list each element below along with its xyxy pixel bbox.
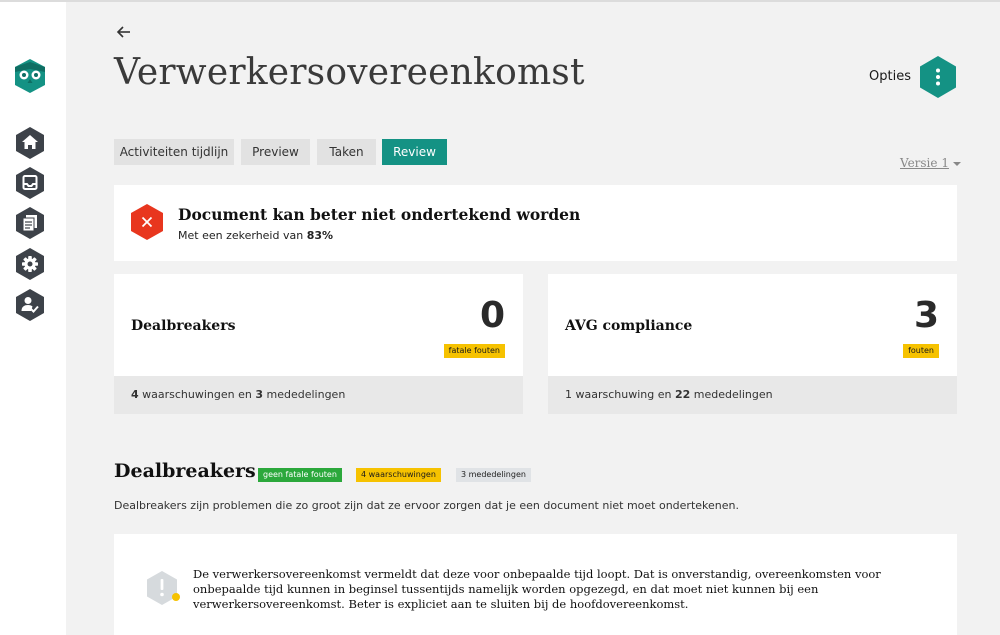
certainty-value: 83% [306, 229, 334, 242]
user-check-icon [16, 289, 44, 321]
arrow-left-icon[interactable] [114, 22, 134, 42]
footer-text: waarschuwingen en [138, 388, 256, 401]
version-label: Versie 1 [900, 156, 949, 170]
tab-tasks[interactable]: Taken [317, 139, 376, 165]
footer-text: mededelingen [690, 388, 773, 401]
sidebar-item-settings[interactable] [14, 247, 46, 281]
certainty-label: Met een zekerheid van [178, 229, 307, 242]
options-label[interactable]: Opties [869, 69, 911, 84]
card-count: 0 [479, 295, 505, 336]
owl-logo-icon[interactable] [13, 58, 47, 94]
card-title: AVG compliance [565, 318, 693, 334]
card-footer: 1 waarschuwing en 22 mededelingen [548, 376, 957, 414]
tab-review[interactable]: Review [382, 139, 447, 165]
status-badge: fouten [903, 344, 939, 358]
issue-item[interactable]: De verwerkersovereenkomst vermeldt dat d… [114, 534, 957, 635]
sidebar-item-users[interactable] [14, 288, 46, 322]
notice-count: 22 [674, 388, 691, 401]
notices-badge: 3 mededelingen [456, 468, 531, 482]
avg-compliance-card[interactable]: AVG compliance 3 fouten 1 waarschuwing e… [548, 274, 957, 414]
status-badge: fatale fouten [443, 344, 505, 358]
notice-count: 3 [255, 388, 264, 401]
fatal-errors-badge: geen fatale fouten [258, 468, 342, 482]
sidebar-item-documents[interactable] [14, 206, 46, 240]
tab-activity-timeline[interactable]: Activiteiten tijdlijn [114, 139, 234, 165]
inbox-icon [16, 167, 44, 199]
home-icon [16, 127, 44, 159]
documents-icon [16, 207, 44, 239]
warning-exclamation-icon [146, 570, 184, 608]
sidebar [0, 2, 66, 635]
card-title: Dealbreakers [131, 318, 236, 334]
sidebar-item-home[interactable] [14, 126, 46, 160]
section-title: Dealbreakers [114, 460, 256, 482]
issue-text: De verwerkersovereenkomst vermeldt dat d… [193, 567, 881, 611]
section-description: Dealbreakers zijn problemen die zo groot… [114, 499, 739, 512]
alert-title: Document kan beter niet ondertekend word… [178, 205, 581, 224]
page-title: Verwerkersovereenkomst [114, 52, 585, 93]
review-verdict-alert: Document kan beter niet ondertekend word… [114, 185, 957, 261]
tab-preview[interactable]: Preview [241, 139, 310, 165]
warnings-badge: 4 waarschuwingen [356, 468, 441, 482]
sidebar-item-inbox[interactable] [14, 166, 46, 200]
footer-text: 1 waarschuwing en [565, 388, 675, 401]
card-footer: 4 waarschuwingen en 3 mededelingen [114, 376, 523, 414]
caret-down-icon [952, 161, 961, 166]
main-content: Verwerkersovereenkomst Opties Activiteit… [66, 2, 1000, 635]
gear-icon [16, 248, 44, 280]
warning-count: 4 [131, 388, 139, 401]
vertical-dots-icon [920, 56, 956, 98]
version-dropdown[interactable]: Versie 1 [900, 156, 961, 170]
options-button[interactable] [918, 55, 958, 99]
close-x-icon [130, 203, 164, 241]
card-count: 3 [913, 295, 939, 336]
alert-subtitle: Met een zekerheid van 83% [178, 229, 333, 242]
footer-text: mededelingen [263, 388, 346, 401]
dealbreakers-card[interactable]: Dealbreakers 0 fatale fouten 4 waarschuw… [114, 274, 523, 414]
